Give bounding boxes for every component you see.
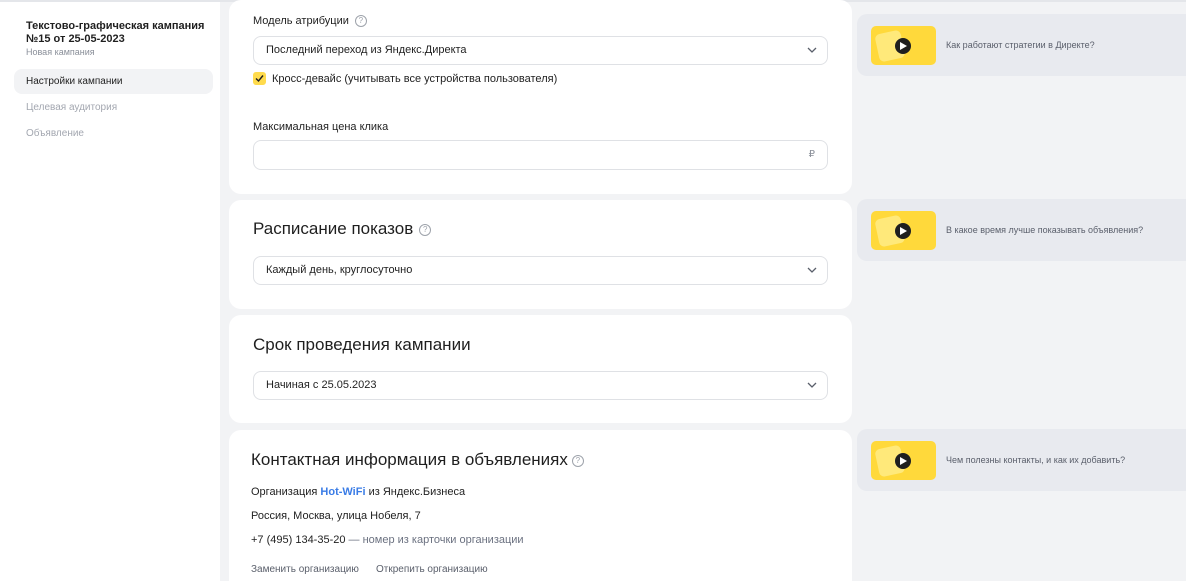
attribution-label: Модель атрибуции	[253, 15, 349, 27]
phone-line: +7 (495) 134-35-20 — номер из карточки о…	[251, 534, 524, 546]
check-icon	[255, 75, 264, 83]
promo-text: Чем полезны контакты, и как их добавить?	[946, 455, 1126, 465]
schedule-title-row: Расписание показов?	[253, 219, 432, 239]
period-select-value: Начиная с 25.05.2023	[266, 379, 377, 391]
attribution-select[interactable]: Последний переход из Яндекс.Директа	[253, 36, 828, 65]
schedule-title: Расписание показов	[253, 219, 414, 238]
attribution-select-value: Последний переход из Яндекс.Директа	[266, 44, 467, 56]
promo-schedule-time[interactable]: В какое время лучше показывать объявлени…	[857, 199, 1186, 261]
contacts-card: Контактная информация в объявлениях? Орг…	[229, 430, 852, 581]
org-prefix: Организация	[251, 486, 318, 498]
attribution-label-row: Модель атрибуции?	[253, 15, 367, 28]
contacts-title: Контактная информация в объявлениях	[251, 450, 568, 469]
campaign-title: Текстово-графическая кампания №15 от 25-…	[26, 20, 205, 45]
crossdevice-checkbox[interactable]	[253, 72, 266, 85]
campaign-subtitle: Новая кампания	[26, 47, 95, 57]
help-icon[interactable]: ?	[419, 223, 432, 236]
period-title: Срок проведения кампании	[253, 335, 471, 354]
sidebar-item-campaign-settings[interactable]: Настройки кампании	[14, 69, 213, 94]
play-icon	[895, 223, 911, 239]
sidebar: Текстово-графическая кампания №15 от 25-…	[0, 2, 220, 581]
org-phone: +7 (495) 134-35-20	[251, 534, 346, 546]
schedule-card: Расписание показов? Каждый день, круглос…	[229, 200, 852, 309]
promo-contacts[interactable]: Чем полезны контакты, и как их добавить?	[857, 429, 1186, 491]
org-suffix: из Яндекс.Бизнеса	[368, 486, 466, 498]
help-icon[interactable]: ?	[571, 454, 584, 467]
period-select[interactable]: Начиная с 25.05.2023	[253, 371, 828, 400]
chevron-down-icon	[807, 47, 817, 53]
promo-text: В какое время лучше показывать объявлени…	[946, 225, 1144, 235]
sidebar-item-target-audience[interactable]: Целевая аудитория	[14, 95, 213, 120]
play-icon	[895, 453, 911, 469]
org-address: Россия, Москва, улица Нобеля, 7	[251, 510, 421, 522]
max-click-input[interactable]: ₽	[253, 140, 828, 170]
promo-text: Как работают стратегии в Директе?	[946, 40, 1095, 50]
video-thumbnail	[871, 211, 936, 250]
help-icon[interactable]: ?	[354, 15, 367, 28]
video-thumbnail	[871, 441, 936, 480]
schedule-select[interactable]: Каждый день, круглосуточно	[253, 256, 828, 285]
chevron-down-icon	[807, 382, 817, 388]
org-name-link[interactable]: Hot-WiFi	[320, 486, 365, 498]
sidebar-item-ad[interactable]: Объявление	[14, 121, 213, 146]
video-thumbnail	[871, 26, 936, 65]
max-click-label: Максимальная цена клика	[253, 121, 389, 133]
play-icon	[895, 38, 911, 54]
phone-note: — номер из карточки организации	[348, 534, 524, 546]
contacts-title-row: Контактная информация в объявлениях?	[251, 450, 584, 470]
chevron-down-icon	[807, 267, 817, 273]
attribution-card: Модель атрибуции? Последний переход из Я…	[229, 0, 852, 194]
crossdevice-label[interactable]: Кросс-девайс (учитывать все устройства п…	[272, 73, 557, 85]
org-line: Организация Hot-WiFi из Яндекс.Бизнеса	[251, 486, 465, 498]
detach-org-link[interactable]: Открепить организацию	[376, 564, 488, 575]
promo-strategies[interactable]: Как работают стратегии в Директе?	[857, 14, 1186, 76]
change-org-link[interactable]: Заменить организацию	[251, 564, 359, 575]
currency-sign: ₽	[808, 149, 815, 160]
period-card: Срок проведения кампании Начиная с 25.05…	[229, 315, 852, 423]
schedule-select-value: Каждый день, круглосуточно	[266, 264, 413, 276]
